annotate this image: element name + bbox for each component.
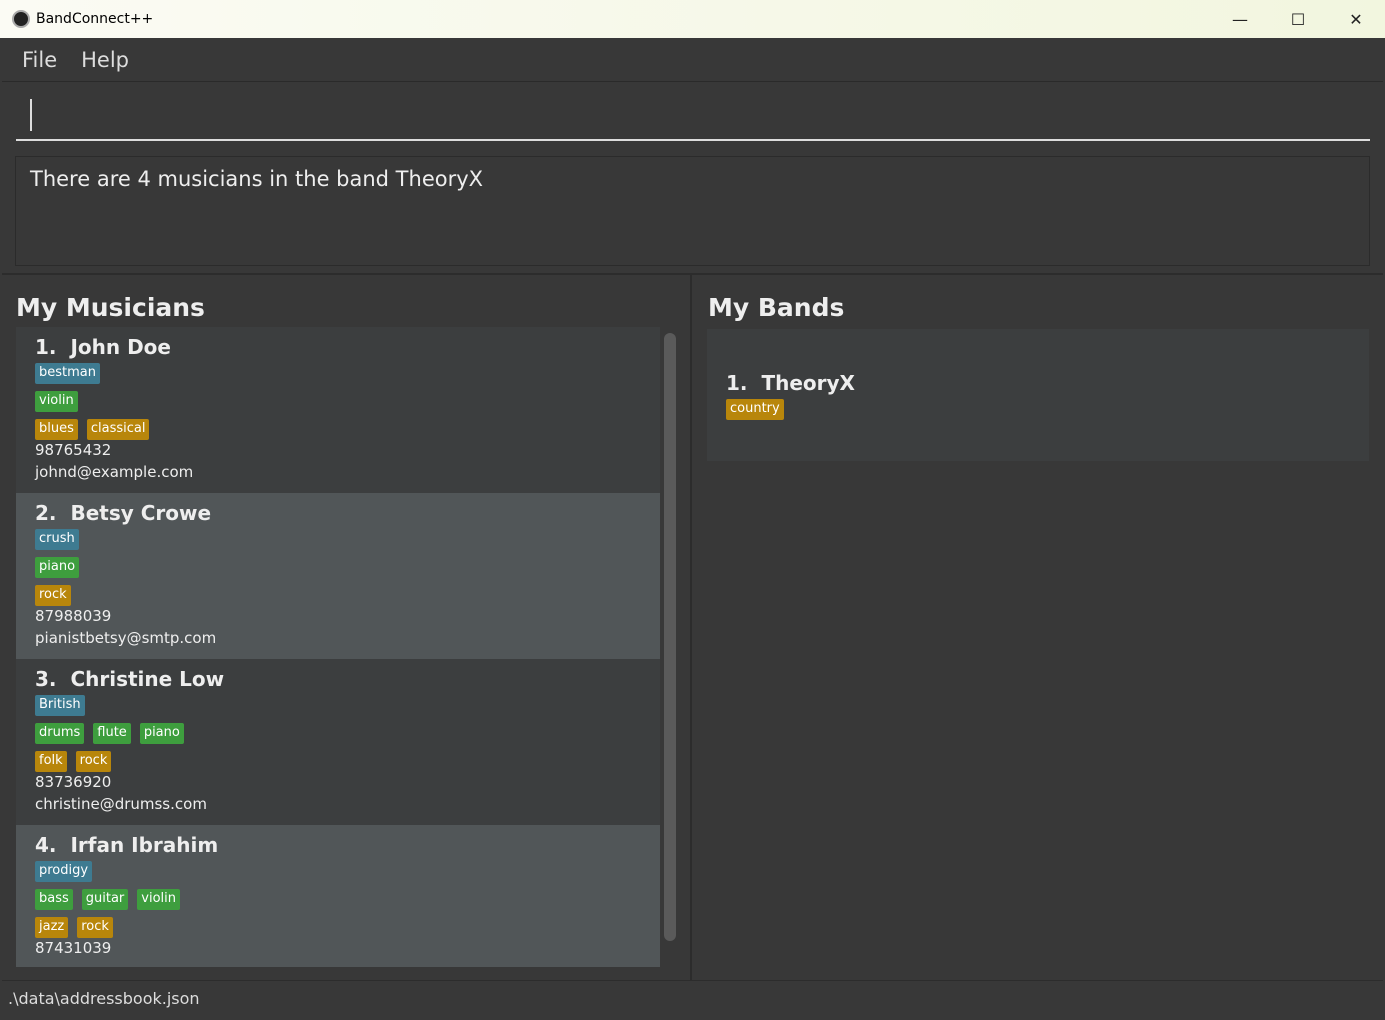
bands-title: My Bands	[708, 293, 845, 322]
musician-index: 1.	[35, 335, 57, 359]
menu-bar: File Help	[2, 38, 1383, 82]
musician-phone: 98765432	[35, 441, 112, 459]
instrument-tag: flute	[93, 723, 131, 744]
musician-index: 2.	[35, 501, 57, 525]
genre-tag: country	[726, 399, 784, 420]
title-bar: BandConnect++ — ☐ ✕	[0, 0, 1385, 38]
musician-email: pianistbetsy@smtp.com	[35, 629, 217, 647]
genre-tag: rock	[35, 585, 71, 606]
result-display: There are 4 musicians in the band Theory…	[15, 156, 1370, 266]
instrument-tag: violin	[35, 391, 78, 412]
band-card[interactable]: 1. TheoryX country	[707, 329, 1369, 461]
bands-panel: My Bands 1. TheoryX country	[694, 275, 1383, 981]
genre-tag: classical	[86, 419, 150, 440]
app-icon	[12, 10, 30, 28]
instrument-tag: piano	[139, 723, 184, 744]
close-button[interactable]: ✕	[1327, 0, 1385, 38]
genre-tag: folk	[35, 751, 67, 772]
instrument-tag: piano	[35, 557, 80, 578]
genre-tag: rock	[75, 751, 112, 772]
genre-tag: jazz	[35, 917, 69, 938]
maximize-button[interactable]: ☐	[1269, 0, 1327, 38]
musicians-title: My Musicians	[16, 293, 205, 322]
genre-tag: blues	[35, 419, 78, 440]
scrollbar[interactable]	[664, 333, 676, 941]
musician-card[interactable]: 1. John Doe bestman violin blues classical 98…	[16, 327, 660, 493]
minimize-button[interactable]: —	[1211, 0, 1269, 38]
band-index: 1.	[726, 371, 748, 395]
tag-label: crush	[35, 529, 79, 550]
tag-label: British	[35, 695, 85, 716]
musician-name: Betsy Crowe	[70, 501, 212, 525]
musician-card[interactable]: 4. Irfan Ibrahim prodigy bass guitar violin j…	[16, 825, 660, 967]
text-caret	[30, 99, 32, 131]
musician-name: Christine Low	[70, 667, 225, 691]
window-title: BandConnect++	[36, 11, 154, 27]
tag-label: prodigy	[35, 861, 93, 882]
musician-name: John Doe	[70, 335, 171, 359]
musician-phone: 87988039	[35, 607, 112, 625]
tag-label: bestman	[35, 363, 100, 384]
menu-file[interactable]: File	[22, 48, 57, 72]
band-name: TheoryX	[761, 371, 855, 395]
instrument-tag: violin	[137, 889, 181, 910]
instrument-tag: drums	[35, 723, 85, 744]
musician-list[interactable]: 1. John Doe bestman violin blues classical 98…	[16, 327, 660, 967]
musician-email: christine@drumss.com	[35, 795, 207, 813]
musician-email: johnd@example.com	[35, 463, 194, 481]
instrument-tag: guitar	[81, 889, 129, 910]
musician-index: 3.	[35, 667, 57, 691]
musician-phone: 87431039	[35, 939, 112, 957]
musicians-panel: My Musicians 1. John Doe bestman violin blu…	[2, 275, 692, 981]
instrument-tag: bass	[35, 889, 73, 910]
command-input[interactable]	[16, 83, 1370, 141]
musician-index: 4.	[35, 833, 57, 857]
status-bar: .\data\addressbook.json	[2, 980, 1383, 1018]
genre-tag: rock	[77, 917, 113, 938]
musician-phone: 83736920	[35, 773, 112, 791]
musician-name: Irfan Ibrahim	[70, 833, 219, 857]
musician-card[interactable]: 3. Christine Low British drums flute piano fo…	[16, 659, 660, 825]
menu-help[interactable]: Help	[81, 48, 129, 72]
musician-card[interactable]: 2. Betsy Crowe crush piano rock 87988039 pian…	[16, 493, 660, 659]
